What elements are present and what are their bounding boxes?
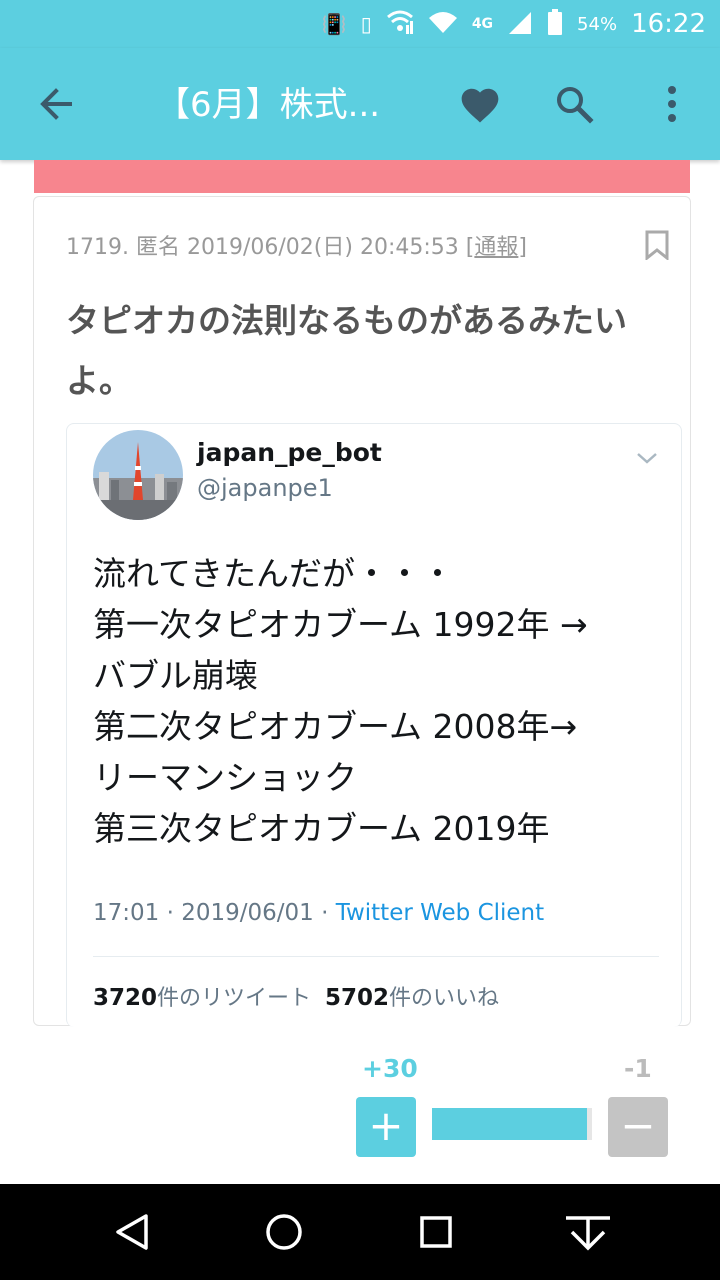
clock: 16:22 xyxy=(631,9,706,39)
rotation-icon: ▯ xyxy=(360,12,372,36)
tweet-line: 第三次タピオカブーム 2019年 xyxy=(93,809,550,848)
like-count[interactable]: 5702 xyxy=(325,985,389,1011)
back-arrow-icon[interactable] xyxy=(36,80,84,128)
heart-icon[interactable] xyxy=(458,84,502,128)
search-icon[interactable] xyxy=(552,82,598,128)
tweet-client-link[interactable]: Twitter Web Client xyxy=(336,900,544,926)
wifi-icon xyxy=(428,10,458,39)
tweet-divider xyxy=(93,956,659,957)
vibrate-icon: 📳 xyxy=(321,12,347,36)
tweet-line: 流れてきたんだが・・・ xyxy=(93,554,455,593)
nav-back-icon[interactable] xyxy=(108,1208,156,1256)
nav-home-icon[interactable] xyxy=(260,1208,308,1256)
wifi-call-icon xyxy=(386,9,414,40)
vote-ratio-fill xyxy=(432,1108,587,1140)
previous-post-footer xyxy=(34,160,690,193)
tweet-line: リーマンショック xyxy=(93,758,357,797)
page-title[interactable]: 【6月】株式... xyxy=(156,80,436,130)
comment-card: 1719. 匿名 2019/06/02(日) 20:45:53 [通報] タピオ… xyxy=(33,196,691,1027)
app-bar: 【6月】株式... xyxy=(0,48,720,160)
tweet-time: 17:01 · 2019/06/01 · xyxy=(93,900,336,926)
battery-icon xyxy=(547,8,563,40)
embedded-tweet[interactable]: japan_pe_bot @japanpe1 流れてきたんだが・・・ 第一次タピ… xyxy=(66,423,682,1027)
tweet-text: 流れてきたんだが・・・ 第一次タピオカブーム 1992年 → バブル崩壊 第二次… xyxy=(93,548,681,854)
tweet-author-name[interactable]: japan_pe_bot xyxy=(197,438,382,467)
tweet-stats: 3720件のリツイート 5702件のいいね xyxy=(93,980,499,1012)
tweet-author-handle[interactable]: @japanpe1 xyxy=(197,474,333,502)
comment-author: 匿名 xyxy=(135,235,180,260)
network-type: 4G xyxy=(471,16,494,32)
tweet-line: 第二次タピオカブーム 2008年→ xyxy=(93,707,578,746)
report-link[interactable]: [通報] xyxy=(466,235,527,260)
plus-vote-button[interactable]: + xyxy=(356,1097,416,1157)
tweet-timestamp: 17:01 · 2019/06/01 · Twitter Web Client xyxy=(93,900,544,926)
plus-vote-count: +30 xyxy=(362,1054,418,1083)
comment-datetime: 2019/06/02(日) 20:45:53 xyxy=(187,235,459,260)
like-label[interactable]: 件のいいね xyxy=(389,986,499,1011)
comment-body: タピオカの法則なるものがあるみたいよ。 xyxy=(66,301,627,400)
status-bar: 📳 ▯ 4G 54% 16:22 xyxy=(0,0,720,48)
tweet-line: 第一次タピオカブーム 1992年 → xyxy=(93,605,588,644)
chevron-down-icon[interactable] xyxy=(635,450,659,466)
retweet-count[interactable]: 3720 xyxy=(93,985,157,1011)
retweet-label[interactable]: 件のリツイート xyxy=(157,986,311,1011)
nav-recents-icon[interactable] xyxy=(412,1208,460,1256)
minus-vote-count: -1 xyxy=(624,1054,652,1083)
battery-percent: 54% xyxy=(577,13,618,35)
avatar[interactable] xyxy=(93,430,183,520)
tweet-line: バブル崩壊 xyxy=(93,656,258,695)
vote-ratio-bar xyxy=(432,1108,592,1140)
bookmark-icon[interactable] xyxy=(644,230,670,262)
nav-hide-icon[interactable] xyxy=(564,1208,612,1256)
signal-icon xyxy=(507,10,533,39)
minus-vote-button[interactable]: − xyxy=(608,1097,668,1157)
more-vert-icon[interactable] xyxy=(652,80,692,128)
system-nav-bar xyxy=(0,1184,720,1280)
comment-number: 1719. xyxy=(66,235,129,260)
comment-meta: 1719. 匿名 2019/06/02(日) 20:45:53 [通報] xyxy=(66,229,527,261)
